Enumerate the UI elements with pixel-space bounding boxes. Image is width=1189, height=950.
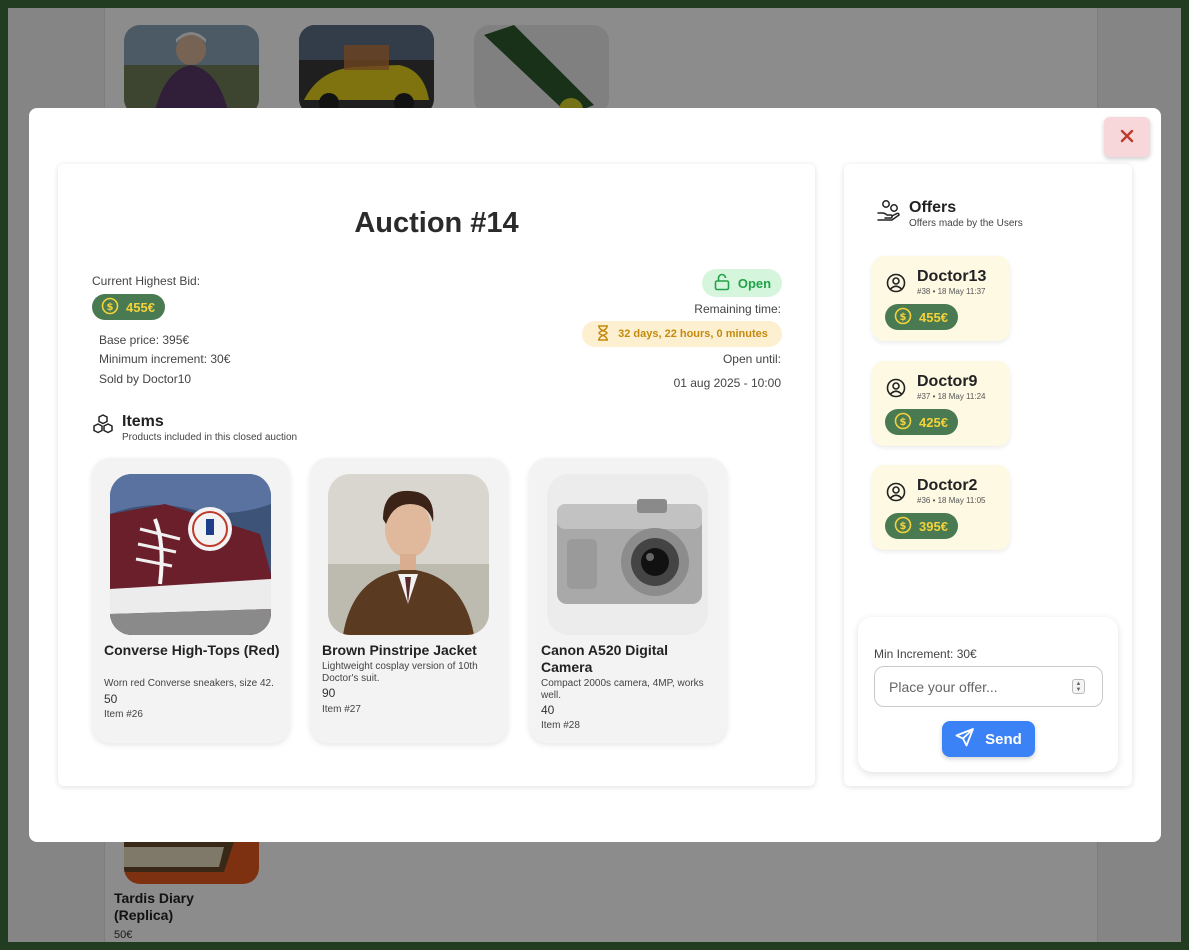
offer-amount: 395€	[919, 518, 948, 534]
items-section-subtitle: Products included in this closed auction	[122, 432, 298, 443]
offers-section-title: Offers	[909, 199, 957, 216]
offer-username: Doctor9	[917, 373, 978, 390]
user-circle-icon	[886, 482, 906, 507]
auction-modal: Auction #14 Current Highest Bid: $ 455€ …	[29, 108, 1161, 842]
paper-plane-icon	[955, 727, 975, 751]
offer-amount: 425€	[919, 414, 948, 430]
item-price: 40	[541, 703, 555, 717]
svg-text:$: $	[107, 302, 114, 313]
offer-form: Min Increment: 30€ ▲▼ Send	[858, 617, 1118, 772]
status-badge: Open	[702, 269, 782, 297]
coin-icon: $	[894, 412, 912, 433]
offer-username: Doctor13	[917, 268, 987, 285]
item-id: Item #28	[541, 720, 580, 731]
svg-text:$: $	[900, 521, 907, 532]
item-image	[110, 474, 271, 635]
cubes-icon	[92, 413, 114, 440]
items-section-title: Items	[122, 413, 164, 430]
x-icon	[1120, 129, 1134, 146]
number-spinner[interactable]: ▲ ▼	[1072, 679, 1085, 694]
offer-amount: 455€	[919, 309, 948, 325]
unlock-icon	[713, 273, 731, 294]
coin-icon: $	[101, 297, 119, 318]
offers-section-subtitle: Offers made by the Users	[909, 218, 1023, 229]
offer-card: Doctor9 #37 • 18 May 11:24 $ 425€	[872, 361, 1010, 446]
open-until-value: 01 aug 2025 - 10:00	[673, 376, 781, 390]
item-image	[328, 474, 489, 635]
item-description: Compact 2000s camera, 4MP, works well.	[541, 678, 704, 701]
offer-input[interactable]	[874, 666, 1103, 707]
offers-panel: Offers Offers made by the Users Doctor13…	[844, 164, 1132, 786]
item-description: Worn red Converse sneakers, size 42.	[104, 678, 274, 689]
svg-text:$: $	[900, 417, 907, 428]
offer-meta: #38 • 18 May 11:37	[917, 287, 986, 296]
item-description: Lightweight cosplay version of 10th Doct…	[322, 661, 478, 684]
send-button[interactable]: Send	[942, 721, 1035, 757]
min-increment-label: Min Increment: 30€	[874, 647, 977, 661]
offers-section-header: Offers Offers made by the Users	[877, 199, 1023, 229]
open-until-label: Open until:	[722, 352, 781, 366]
item-card[interactable]: Brown Pinstripe Jacket Lightweight cospl…	[310, 458, 508, 743]
user-circle-icon	[886, 378, 906, 403]
minimum-increment: Minimum increment: 30€	[99, 352, 231, 366]
offer-amount-badge: $ 425€	[885, 409, 958, 435]
item-id: Item #26	[104, 709, 143, 720]
item-price: 50	[104, 692, 118, 706]
current-bid-value: 455€	[126, 299, 155, 315]
auction-details-panel: Auction #14 Current Highest Bid: $ 455€ …	[58, 164, 815, 786]
current-bid-label: Current Highest Bid:	[92, 274, 201, 288]
item-price: 90	[322, 686, 336, 700]
seller: Sold by Doctor10	[99, 372, 192, 386]
item-name: Canon A520 Digital Camera	[541, 642, 669, 675]
remaining-time-badge: 32 days, 22 hours, 0 minutes	[582, 321, 782, 347]
offer-meta: #37 • 18 May 11:24	[917, 392, 986, 401]
status-text: Open	[737, 275, 772, 291]
items-section-header: Items Products included in this closed a…	[92, 413, 297, 443]
remaining-time-value: 32 days, 22 hours, 0 minutes	[618, 328, 768, 340]
remaining-time-label: Remaining time:	[694, 302, 781, 316]
item-name: Brown Pinstripe Jacket	[322, 642, 477, 658]
svg-text:$: $	[900, 312, 907, 323]
item-card[interactable]: Canon A520 Digital Camera Compact 2000s …	[529, 458, 727, 743]
offer-username: Doctor2	[917, 477, 978, 494]
offer-amount-badge: $ 395€	[885, 513, 958, 539]
close-button[interactable]	[1104, 117, 1150, 157]
item-id: Item #27	[322, 704, 361, 715]
offer-meta: #36 • 18 May 11:05	[917, 496, 986, 505]
item-card[interactable]: Converse High-Tops (Red) Worn red Conver…	[92, 458, 290, 743]
item-name: Converse High-Tops (Red)	[104, 642, 280, 658]
hourglass-icon	[596, 324, 610, 344]
current-bid-badge: $ 455€	[92, 294, 165, 320]
user-circle-icon	[886, 273, 906, 298]
offer-card: Doctor13 #38 • 18 May 11:37 $ 455€	[872, 256, 1010, 341]
item-image	[547, 474, 708, 635]
send-label: Send	[985, 730, 1022, 748]
coin-icon: $	[894, 307, 912, 328]
coin-icon: $	[894, 516, 912, 537]
offer-amount-badge: $ 455€	[885, 304, 958, 330]
auction-title: Auction #14	[354, 207, 519, 239]
base-price: Base price: 395€	[99, 333, 190, 347]
offer-card: Doctor2 #36 • 18 May 11:05 $ 395€	[872, 465, 1010, 550]
hand-coins-icon	[877, 199, 901, 226]
